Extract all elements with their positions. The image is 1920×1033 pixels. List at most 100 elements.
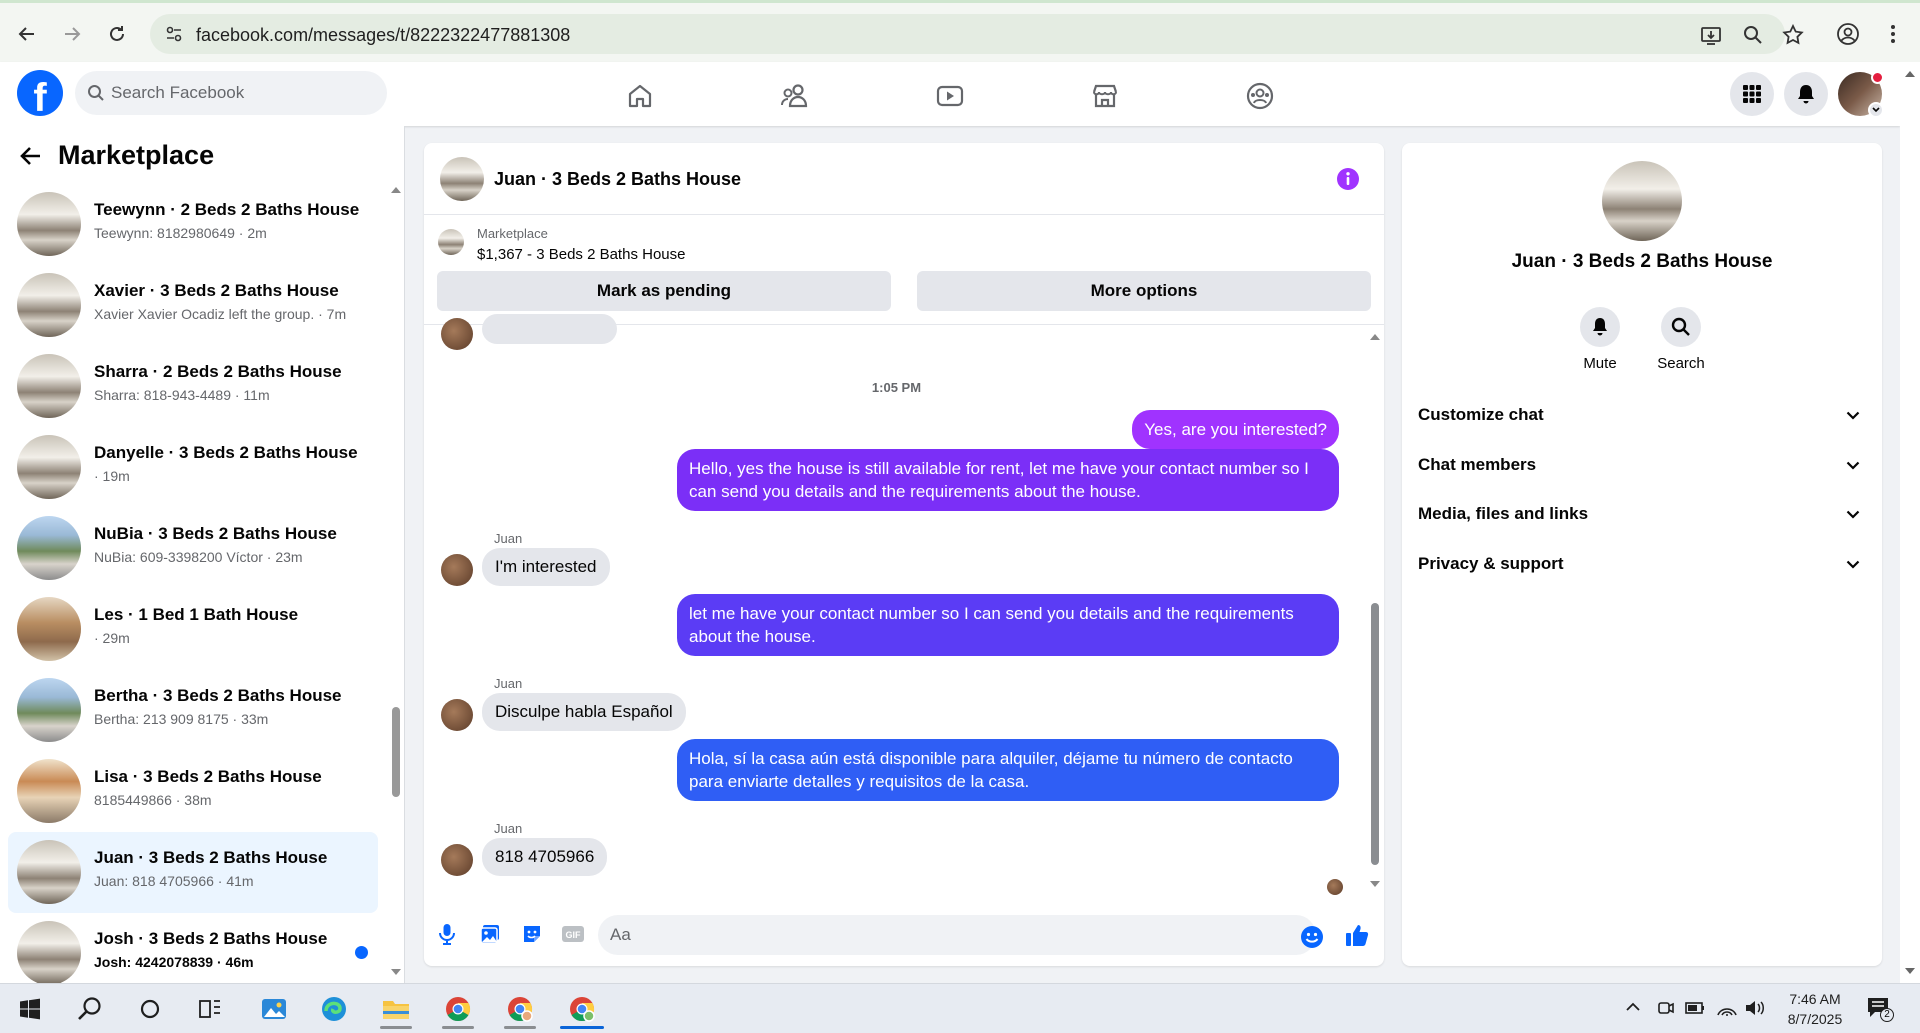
file-explorer-icon[interactable] <box>370 989 422 1029</box>
microphone-icon[interactable] <box>434 921 460 947</box>
task-view-icon[interactable] <box>184 989 236 1029</box>
system-clock[interactable]: 7:46 AM 8/7/2025 <box>1770 989 1860 1029</box>
chevron-up-icon[interactable] <box>1624 998 1642 1016</box>
cortana-icon[interactable] <box>124 989 176 1029</box>
conversation-item[interactable]: Lisa · 3 Beds 2 Baths House 8185449866 · … <box>8 751 378 832</box>
listing-thumbnail <box>17 354 81 418</box>
address-bar[interactable]: facebook.com/messages/t/8222322477881308 <box>150 14 1804 54</box>
conversation-name: Xavier · 3 Beds 2 Baths House <box>94 281 339 300</box>
back-arrow-icon[interactable] <box>20 146 42 166</box>
conversation-list-scrollbar[interactable] <box>390 186 402 976</box>
gif-icon[interactable]: GIF <box>560 921 586 947</box>
details-avatar[interactable] <box>1602 161 1682 241</box>
meet-now-icon[interactable] <box>1656 998 1676 1018</box>
sender-avatar[interactable] <box>441 844 473 876</box>
conversation-name: Josh · 3 Beds 2 Baths House <box>94 929 328 948</box>
conversation-item-active[interactable]: Juan · 3 Beds 2 Baths House Juan: 818 470… <box>8 832 378 913</box>
chrome-profile-active-icon[interactable] <box>556 989 608 1029</box>
home-icon[interactable] <box>620 76 660 116</box>
browser-menu-icon[interactable] <box>1876 17 1910 51</box>
scroll-down-icon[interactable] <box>390 968 402 976</box>
notification-center-icon[interactable]: 2 <box>1866 994 1896 1024</box>
listing-thumbnail <box>17 597 81 661</box>
chrome-icon[interactable] <box>432 989 484 1029</box>
taskbar-search-icon[interactable] <box>64 989 116 1029</box>
page-scrollbar[interactable] <box>1900 62 1920 983</box>
chat-header: Juan · 3 Beds 2 Baths House <box>424 143 1384 215</box>
edge-icon[interactable] <box>308 989 360 1029</box>
thumbs-up-icon[interactable] <box>1344 922 1370 948</box>
clock-date: 8/7/2025 <box>1787 1011 1843 1027</box>
conversation-details-panel: Juan · 3 Beds 2 Baths House Mute Search … <box>1402 143 1882 966</box>
chat-avatar[interactable] <box>440 157 484 201</box>
conversation-preview: · 29m <box>94 630 130 646</box>
conversation-name: Sharra · 2 Beds 2 Baths House <box>94 362 342 381</box>
facebook-logo[interactable]: f <box>17 70 63 116</box>
watch-icon[interactable] <box>930 76 970 116</box>
more-options-button[interactable]: More options <box>917 271 1371 311</box>
photo-icon[interactable] <box>477 921 503 947</box>
message-bubble-incoming-partial <box>482 314 617 344</box>
conversation-item[interactable]: Xavier · 3 Beds 2 Baths House Xavier Xavi… <box>8 265 378 346</box>
zoom-icon[interactable] <box>1742 24 1764 46</box>
conversation-item[interactable]: Danyelle · 3 Beds 2 Baths House · 19m <box>8 427 378 508</box>
listing-thumbnail[interactable] <box>438 229 464 255</box>
groups-icon[interactable] <box>1240 76 1280 116</box>
listing-title[interactable]: $1,367 - 3 Beds 2 Baths House <box>477 246 685 263</box>
sender-avatar[interactable] <box>441 699 473 731</box>
conversation-item[interactable]: Josh · 3 Beds 2 Baths House Josh: 4242078… <box>8 913 378 994</box>
message-scrollbar[interactable] <box>1368 326 1382 896</box>
sender-name: Juan <box>494 531 523 546</box>
emoji-icon[interactable] <box>1300 925 1324 949</box>
conversation-item[interactable]: NuBia · 3 Beds 2 Baths House NuBia: 609-3… <box>8 508 378 589</box>
search-conversation-button[interactable]: Search <box>1651 307 1711 372</box>
conversation-preview: · 19m <box>94 468 130 484</box>
mute-button[interactable]: Mute <box>1570 307 1630 372</box>
sender-name: Juan <box>494 821 523 836</box>
section-label: Media, files and links <box>1418 504 1589 523</box>
scroll-down-icon[interactable] <box>1368 880 1382 888</box>
conversation-item[interactable]: Bertha · 3 Beds 2 Baths House Bertha: 213… <box>8 670 378 751</box>
windows-start-icon[interactable] <box>4 989 56 1029</box>
privacy-support-section[interactable]: Privacy & support <box>1418 544 1866 584</box>
wifi-icon[interactable] <box>1716 998 1738 1018</box>
chrome-profile-icon[interactable] <box>494 989 546 1029</box>
friends-icon[interactable] <box>775 76 815 116</box>
search-input[interactable] <box>111 71 371 115</box>
info-icon[interactable] <box>1336 167 1360 191</box>
chat-title[interactable]: Juan · 3 Beds 2 Baths House <box>494 169 741 190</box>
bookmark-star-icon[interactable] <box>1782 24 1804 46</box>
conversation-item[interactable]: Teewynn · 2 Beds 2 Baths House Teewynn: 8… <box>8 184 378 265</box>
photos-app-icon[interactable] <box>248 989 300 1029</box>
marketplace-icon[interactable] <box>1085 76 1125 116</box>
scroll-thumb[interactable] <box>1371 603 1379 865</box>
menu-grid-button[interactable] <box>1730 72 1774 116</box>
install-app-icon[interactable] <box>1700 24 1722 46</box>
scroll-up-icon[interactable] <box>390 186 402 194</box>
forward-button[interactable] <box>55 17 89 51</box>
search-box[interactable] <box>75 71 387 115</box>
scroll-up-icon[interactable] <box>1903 70 1917 78</box>
conversation-item[interactable]: Sharra · 2 Beds 2 Baths House Sharra: 818… <box>8 346 378 427</box>
chevron-down-icon[interactable] <box>1868 102 1884 118</box>
conversation-item[interactable]: Les · 1 Bed 1 Bath House · 29m <box>8 589 378 670</box>
sticker-icon[interactable] <box>519 921 545 947</box>
message-bubble-outgoing: Yes, are you interested? <box>1132 410 1339 449</box>
sender-avatar[interactable] <box>441 554 473 586</box>
message-bubble-outgoing: let me have your contact number so I can… <box>677 594 1339 656</box>
site-settings-icon[interactable] <box>164 24 184 44</box>
scroll-down-icon[interactable] <box>1903 967 1917 975</box>
customize-chat-section[interactable]: Customize chat <box>1418 395 1866 435</box>
mark-as-pending-button[interactable]: Mark as pending <box>437 271 891 311</box>
battery-icon[interactable] <box>1684 998 1706 1018</box>
reload-button[interactable] <box>100 17 134 51</box>
message-input[interactable] <box>598 915 1316 955</box>
profile-icon[interactable] <box>1831 17 1865 51</box>
volume-icon[interactable] <box>1744 998 1766 1018</box>
scroll-thumb[interactable] <box>392 707 400 797</box>
media-files-links-section[interactable]: Media, files and links <box>1418 494 1866 534</box>
scroll-up-icon[interactable] <box>1368 333 1382 341</box>
notifications-button[interactable] <box>1784 72 1828 116</box>
back-button[interactable] <box>10 17 44 51</box>
chat-members-section[interactable]: Chat members <box>1418 445 1866 485</box>
